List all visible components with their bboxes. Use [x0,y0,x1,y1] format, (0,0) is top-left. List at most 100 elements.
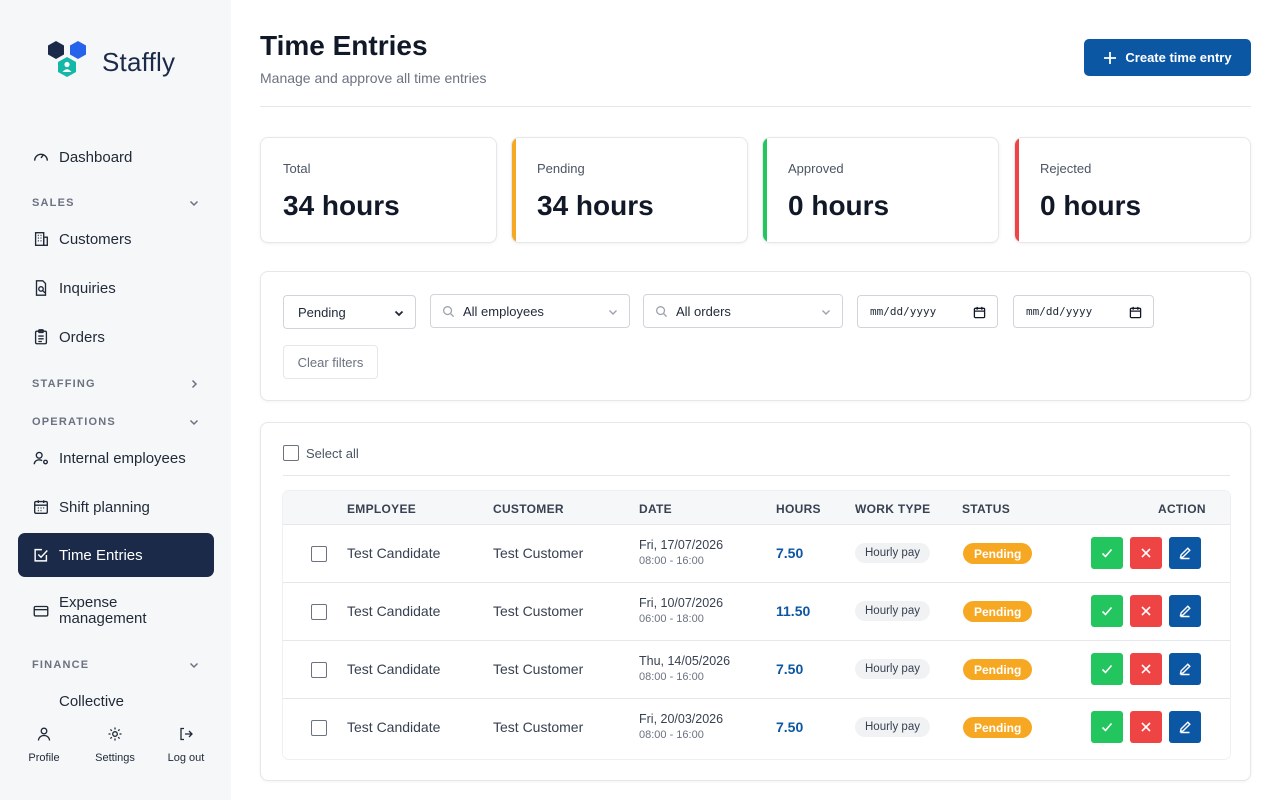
select-all-checkbox[interactable] [283,445,299,461]
sidebar-item-label: Expense management [59,594,147,627]
sidebar-item-expense-management[interactable]: Expense management [18,587,214,635]
logout-button[interactable]: Log out [156,726,216,764]
column-header-employee[interactable]: EMPLOYEE [347,502,416,516]
hours-cell: 11.50 [776,603,811,619]
reject-button[interactable] [1130,653,1162,685]
date-from-input[interactable]: mm/dd/yyyy [857,295,998,328]
column-header-status[interactable]: STATUS [962,502,1010,516]
row-checkbox[interactable] [311,604,327,620]
stat-value: 34 hours [283,190,400,221]
hours-cell: 7.50 [776,719,804,735]
approve-button[interactable] [1091,711,1123,743]
row-checkbox[interactable] [311,546,327,562]
approve-button[interactable] [1091,653,1123,685]
user-icon [37,727,51,741]
file-search-icon [32,279,50,297]
column-header-work-type[interactable]: WORK TYPE [855,502,930,516]
reject-button[interactable] [1130,595,1162,627]
check-icon [1101,722,1113,732]
employee-filter-select[interactable]: All employees [430,294,630,328]
sidebar-item-time-entries[interactable]: Time Entries [18,533,214,577]
sidebar-item-inquiries[interactable]: Inquiries [18,266,214,310]
chevron-down-icon [189,419,199,426]
customer-cell: Test Customer [493,545,584,561]
column-header-hours[interactable]: HOURS [776,502,821,516]
approve-button[interactable] [1091,595,1123,627]
create-time-entry-button[interactable]: Create time entry [1084,39,1251,76]
sidebar-item-customers[interactable]: Customers [18,217,214,261]
edit-button[interactable] [1169,595,1201,627]
table-row[interactable]: Test Candidate Test Customer Fri, 17/07/… [283,525,1230,583]
pencil-icon [1179,721,1191,734]
pencil-icon [1179,663,1191,676]
profile-button[interactable]: Profile [14,726,74,764]
section-finance[interactable]: FINANCE [32,657,200,673]
page-title: Time Entries [260,30,428,61]
order-filter-select[interactable]: All orders [643,294,843,328]
work-type-badge: Hourly pay [855,659,930,679]
edit-button[interactable] [1169,653,1201,685]
column-header-action: ACTION [1158,502,1206,516]
reject-button[interactable] [1130,711,1162,743]
customer-cell: Test Customer [493,661,584,677]
select-all[interactable]: Select all [283,445,359,461]
customer-cell: Test Customer [493,603,584,619]
settings-button[interactable]: Settings [85,726,145,764]
table-row[interactable]: Test Candidate Test Customer Thu, 14/05/… [283,641,1230,699]
logout-label: Log out [167,752,205,764]
time-range-cell: 08:00 - 16:00 [639,729,704,741]
column-header-date[interactable]: DATE [639,502,672,516]
calendar-icon [1129,306,1142,319]
staffly-logo-icon [48,41,86,77]
status-filter-value: Pending [298,304,346,320]
app-name: Staffly [102,46,176,77]
stat-label: Pending [537,161,585,176]
sidebar-item-collective[interactable]: Collective [18,679,214,713]
row-checkbox[interactable] [311,662,327,678]
create-time-entry-label: Create time entry [1125,50,1232,65]
stat-label: Approved [788,161,844,176]
edit-button[interactable] [1169,537,1201,569]
column-header-customer[interactable]: CUSTOMER [493,502,564,516]
date-from-value: mm/dd/yyyy [870,305,937,318]
section-sales[interactable]: SALES [32,195,200,211]
sidebar-item-label: Collective [59,692,125,710]
section-staffing[interactable]: STAFFING [32,376,200,392]
close-icon [1141,606,1151,616]
sidebar-item-dashboard[interactable]: Dashboard [18,135,214,179]
sidebar-item-internal-employees[interactable]: Internal employees [18,436,214,480]
check-icon [1101,548,1113,558]
building-icon [32,230,50,248]
status-filter-select[interactable]: Pending [283,295,416,329]
section-operations[interactable]: OPERATIONS [32,414,200,430]
approve-button[interactable] [1091,537,1123,569]
clear-filters-button[interactable]: Clear filters [283,345,378,379]
table-row[interactable]: Test Candidate Test Customer Fri, 10/07/… [283,583,1230,641]
table-row[interactable]: Test Candidate Test Customer Fri, 20/03/… [283,699,1230,757]
date-to-input[interactable]: mm/dd/yyyy [1013,295,1154,328]
chevron-right-icon [191,379,198,389]
select-all-label: Select all [306,445,359,461]
date-cell: Thu, 14/05/2026 [639,654,731,668]
stat-accent-bar [763,138,767,242]
section-staffing-label: STAFFING [32,378,96,390]
hours-cell: 7.50 [776,661,804,677]
logo[interactable]: Staffly [46,40,175,84]
section-sales-label: SALES [32,197,75,209]
customer-cell: Test Customer [493,719,584,735]
sidebar-item-orders[interactable]: Orders [18,315,214,359]
reject-button[interactable] [1130,537,1162,569]
work-type-badge: Hourly pay [855,601,930,621]
employee-cell: Test Candidate [347,719,441,735]
employee-cell: Test Candidate [347,661,441,677]
date-to-value: mm/dd/yyyy [1026,305,1093,318]
gear-icon [108,727,122,741]
status-badge: Pending [963,717,1033,738]
sidebar: Staffly Dashboard SALES Customers Inquir… [0,0,231,800]
stat-accent-bar [512,138,516,242]
stat-card-pending: Pending 34 hours [511,137,748,243]
edit-button[interactable] [1169,711,1201,743]
clipboard-icon [32,328,50,346]
row-checkbox[interactable] [311,720,327,736]
sidebar-item-shift-planning[interactable]: Shift planning [18,485,214,529]
